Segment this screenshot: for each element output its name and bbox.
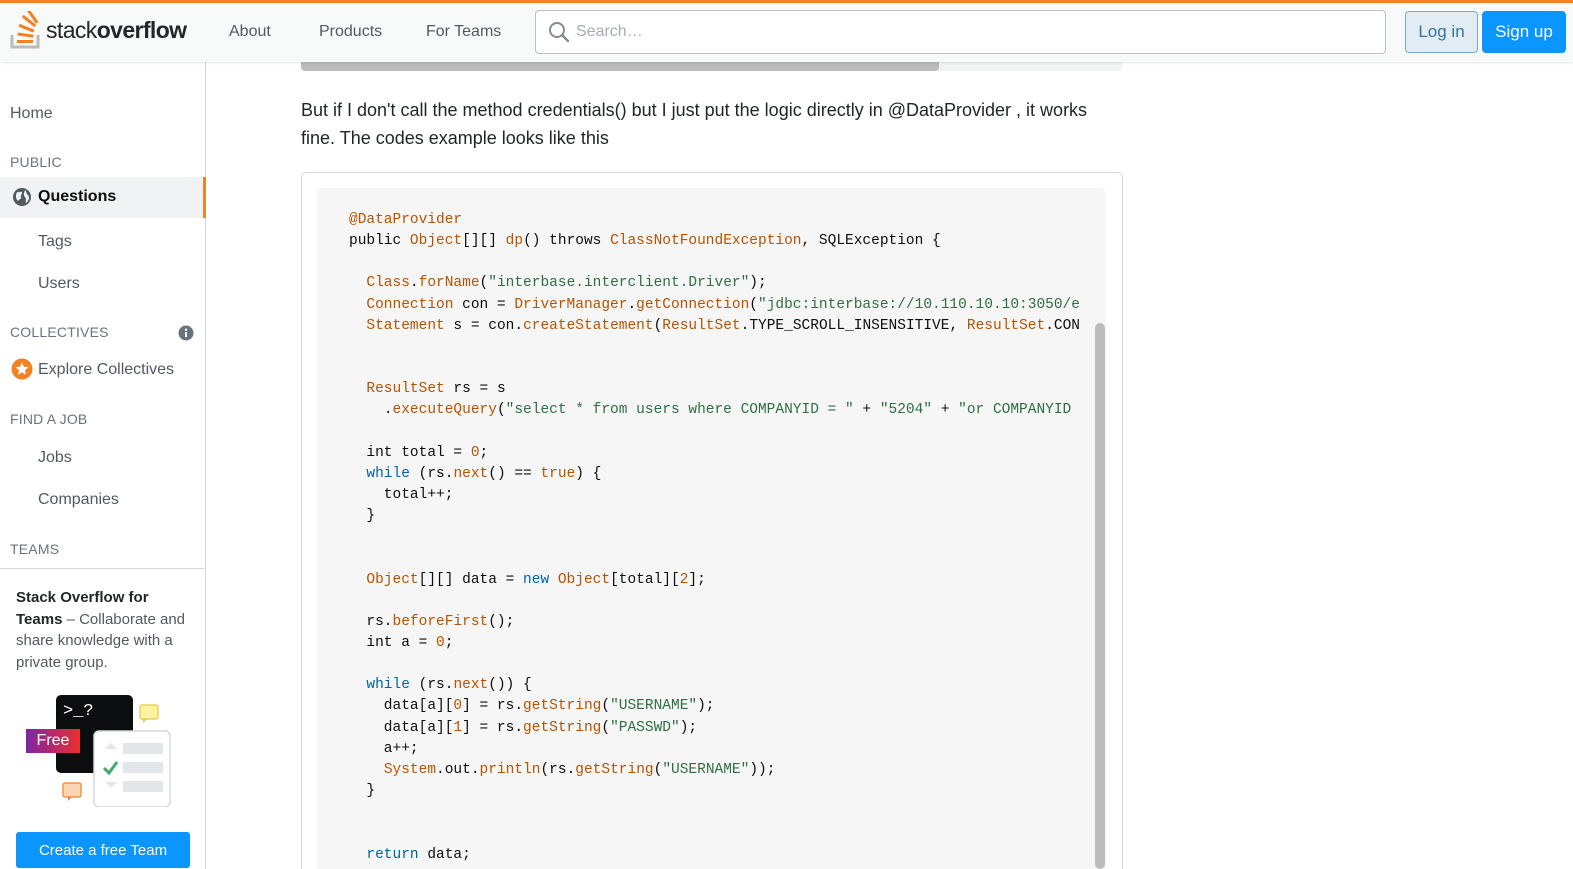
code-line: int total = 0;	[349, 444, 489, 461]
sidebar-item-explore-collectives[interactable]: Explore Collectives	[38, 361, 174, 379]
nav-for-teams[interactable]: For Teams	[426, 23, 501, 41]
left-sidebar: Home PUBLIC Questions Tags Users COLLECT…	[0, 62, 206, 869]
code-line: Statement s = con.createStatement(Result…	[366, 317, 1081, 334]
sidebar-item-home[interactable]: Home	[10, 105, 53, 123]
sidebar-item-companies[interactable]: Companies	[38, 491, 119, 509]
code-line: return data;	[366, 846, 471, 863]
signup-button[interactable]: Sign up	[1482, 11, 1566, 53]
create-free-team-button[interactable]: Create a free Team	[16, 832, 190, 868]
code-line: Connection con = DriverManager.getConnec…	[366, 296, 1080, 313]
code-line: Class.forName("interbase.interclient.Dri…	[366, 275, 767, 292]
nav-about[interactable]: About	[229, 23, 271, 41]
code-line: }	[349, 508, 376, 525]
teams-promo-text: Stack Overflow for Teams – Collaborate a…	[16, 587, 194, 673]
code-scrollbar-thumb[interactable]	[1095, 323, 1105, 869]
sidebar-item-tags[interactable]: Tags	[38, 233, 72, 251]
nav-products[interactable]: Products	[319, 23, 382, 41]
code-line: while (rs.next()) {	[366, 677, 532, 694]
sidebar-item-questions-label: Questions	[38, 188, 117, 205]
code-line: data[a][0] = rs.getString("USERNAME");	[349, 698, 715, 715]
code-line: Object[][] data = new Object[total][2];	[366, 571, 706, 588]
teams-illustration: >_? Free	[22, 687, 182, 808]
code-line: a++;	[349, 740, 419, 757]
code-block: @DataProvider public Object[][] dp() thro…	[317, 188, 1106, 869]
info-icon[interactable]	[178, 325, 194, 341]
code-line: }	[349, 783, 376, 800]
previous-code-scrollbar-thumb[interactable]	[301, 62, 939, 71]
sidebar-item-questions[interactable]: Questions	[0, 177, 206, 218]
top-bar: stackoverflow About Products For Teams L…	[0, 0, 1573, 62]
code-line: ResultSet rs = s	[366, 381, 506, 398]
search-input[interactable]	[576, 19, 1366, 45]
globe-icon	[13, 188, 31, 206]
sidebar-heading-public: PUBLIC	[10, 154, 62, 170]
stack-logo-icon	[10, 11, 40, 49]
code-line: int a = 0;	[349, 635, 454, 651]
code-line: while (rs.next() == true) {	[366, 465, 602, 482]
code-line: @DataProvider	[349, 212, 463, 228]
code-line: System.out.println(rs.getString("USERNAM…	[383, 761, 776, 778]
logo-text-light: stack	[46, 16, 97, 43]
code-line: data[a][1] = rs.getString("PASSWD");	[349, 719, 698, 736]
logo-text-bold: overflow	[96, 16, 187, 43]
teams-promo: Stack Overflow for Teams – Collaborate a…	[0, 568, 205, 869]
search-box[interactable]	[535, 10, 1386, 54]
code-line: public Object[][] dp() throws ClassNotFo…	[349, 233, 941, 250]
sidebar-heading-teams: TEAMS	[10, 541, 60, 557]
code-line: rs.beforeFirst();	[349, 613, 515, 630]
sidebar-heading-collectives: COLLECTIVES	[10, 324, 109, 340]
search-icon	[549, 22, 570, 43]
stackoverflow-logo[interactable]: stackoverflow	[10, 10, 195, 50]
collectives-star-icon	[11, 358, 33, 380]
login-button[interactable]: Log in	[1405, 11, 1478, 53]
sidebar-item-users[interactable]: Users	[38, 275, 80, 293]
sidebar-item-jobs[interactable]: Jobs	[38, 449, 72, 467]
answer-paragraph: But if I don't call the method credentia…	[301, 100, 1088, 148]
prompt-glyph: >_?	[63, 702, 94, 721]
sidebar-heading-find-a-job: FIND A JOB	[10, 411, 88, 427]
free-badge: Free	[26, 729, 80, 753]
code-line: .executeQuery("select * from users where…	[349, 402, 1072, 419]
code-line: total++;	[349, 486, 454, 503]
